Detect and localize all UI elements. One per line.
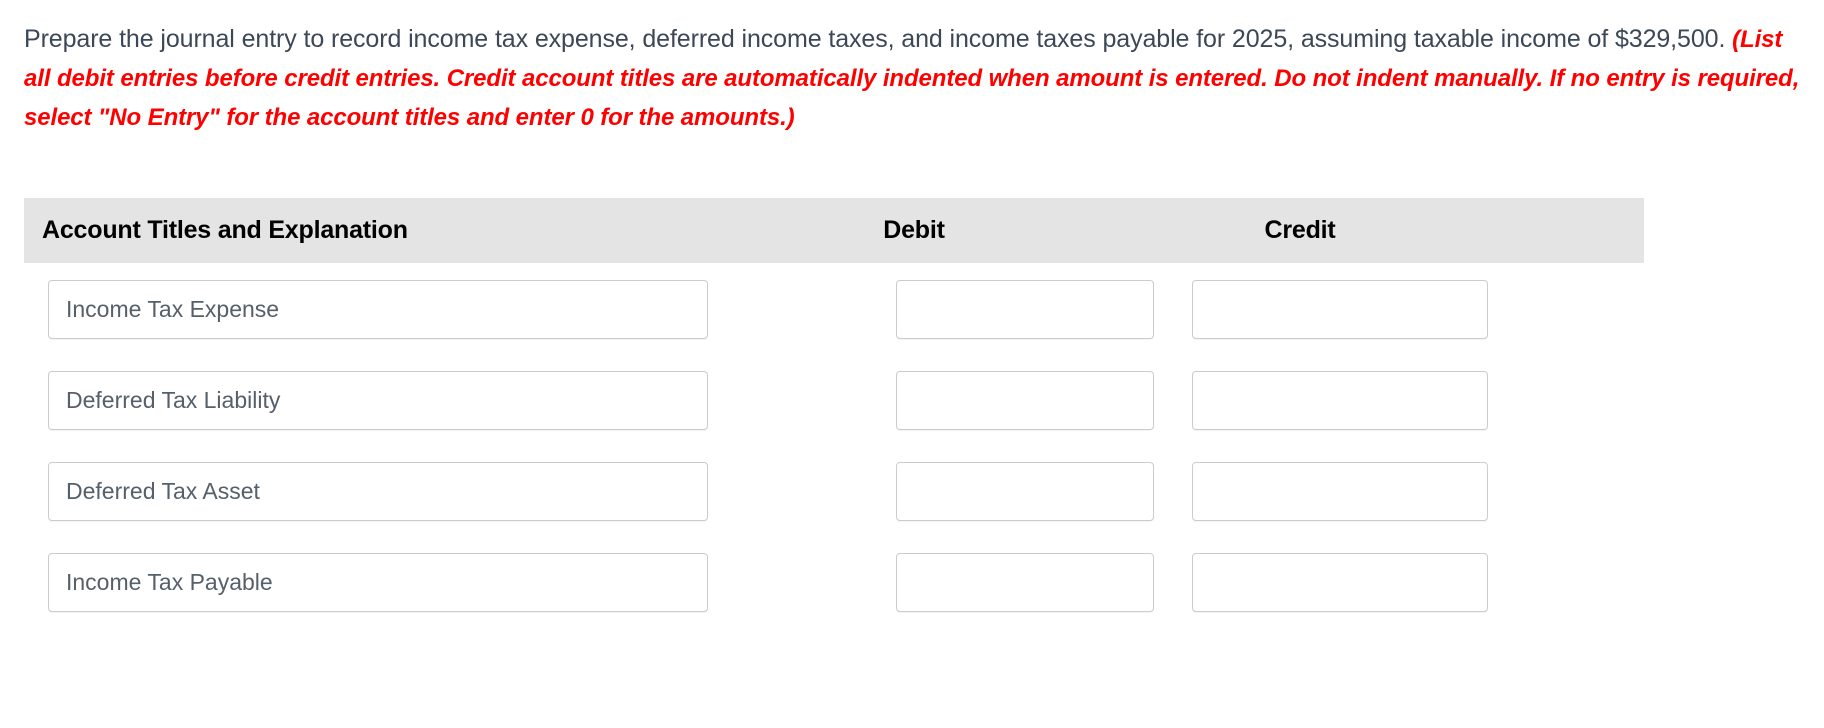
column-header-credit: Credit (1264, 216, 1336, 244)
cell-debit (872, 462, 1170, 521)
credit-amount-input-row-4[interactable] (1192, 553, 1488, 612)
table-row (24, 462, 1644, 521)
cell-credit (1170, 280, 1644, 339)
account-title-input-row-3[interactable] (48, 462, 708, 521)
journal-entry-table: Account Titles and Explanation Debit Cre… (24, 198, 1644, 644)
debit-amount-input-row-4[interactable] (896, 553, 1154, 612)
table-body (24, 263, 1644, 612)
table-header-row: Account Titles and Explanation Debit Cre… (24, 198, 1644, 263)
cell-credit (1170, 371, 1644, 430)
account-title-input-row-1[interactable] (48, 280, 708, 339)
debit-amount-input-row-3[interactable] (896, 462, 1154, 521)
credit-amount-input-row-3[interactable] (1192, 462, 1488, 521)
cell-debit (872, 553, 1170, 612)
column-header-account-titles: Account Titles and Explanation (42, 216, 408, 244)
prompt-main-text: Prepare the journal entry to record inco… (24, 25, 1733, 53)
credit-amount-input-row-1[interactable] (1192, 280, 1488, 339)
cell-debit (872, 371, 1170, 430)
cell-account-title (24, 280, 872, 339)
credit-amount-input-row-2[interactable] (1192, 371, 1488, 430)
debit-amount-input-row-1[interactable] (896, 280, 1154, 339)
question-prompt: Prepare the journal entry to record inco… (24, 20, 1814, 137)
table-row (24, 371, 1644, 430)
account-title-input-row-4[interactable] (48, 553, 708, 612)
cell-account-title (24, 462, 872, 521)
cell-account-title (24, 553, 872, 612)
column-header-debit: Debit (883, 216, 945, 244)
cell-credit (1170, 553, 1644, 612)
cell-debit (872, 280, 1170, 339)
table-row (24, 280, 1644, 339)
table-row (24, 553, 1644, 612)
cell-credit (1170, 462, 1644, 521)
debit-amount-input-row-2[interactable] (896, 371, 1154, 430)
account-title-input-row-2[interactable] (48, 371, 708, 430)
cell-account-title (24, 371, 872, 430)
journal-entry-page: Prepare the journal entry to record inco… (0, 0, 1824, 728)
